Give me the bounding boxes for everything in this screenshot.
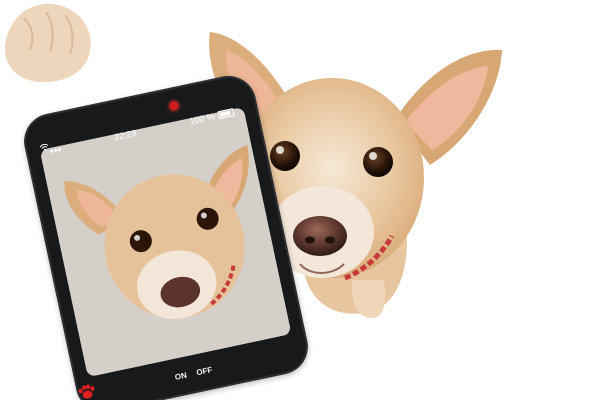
battery-icon	[217, 108, 235, 120]
phone-time: 22:29	[113, 127, 138, 143]
dog-nose	[293, 216, 347, 256]
battery-label: 100 %	[188, 111, 216, 127]
off-label: OFF	[195, 364, 213, 377]
on-label: ON	[173, 370, 188, 382]
dog-eye-left	[270, 141, 300, 171]
photo-scene: 22:29 100 % ON OFF	[0, 0, 600, 400]
paw-icon[interactable]	[76, 382, 99, 400]
dog-eye-right	[363, 147, 393, 177]
signal-icon	[49, 147, 62, 153]
wifi-icon	[39, 143, 49, 151]
dog-paw	[4, 4, 91, 83]
